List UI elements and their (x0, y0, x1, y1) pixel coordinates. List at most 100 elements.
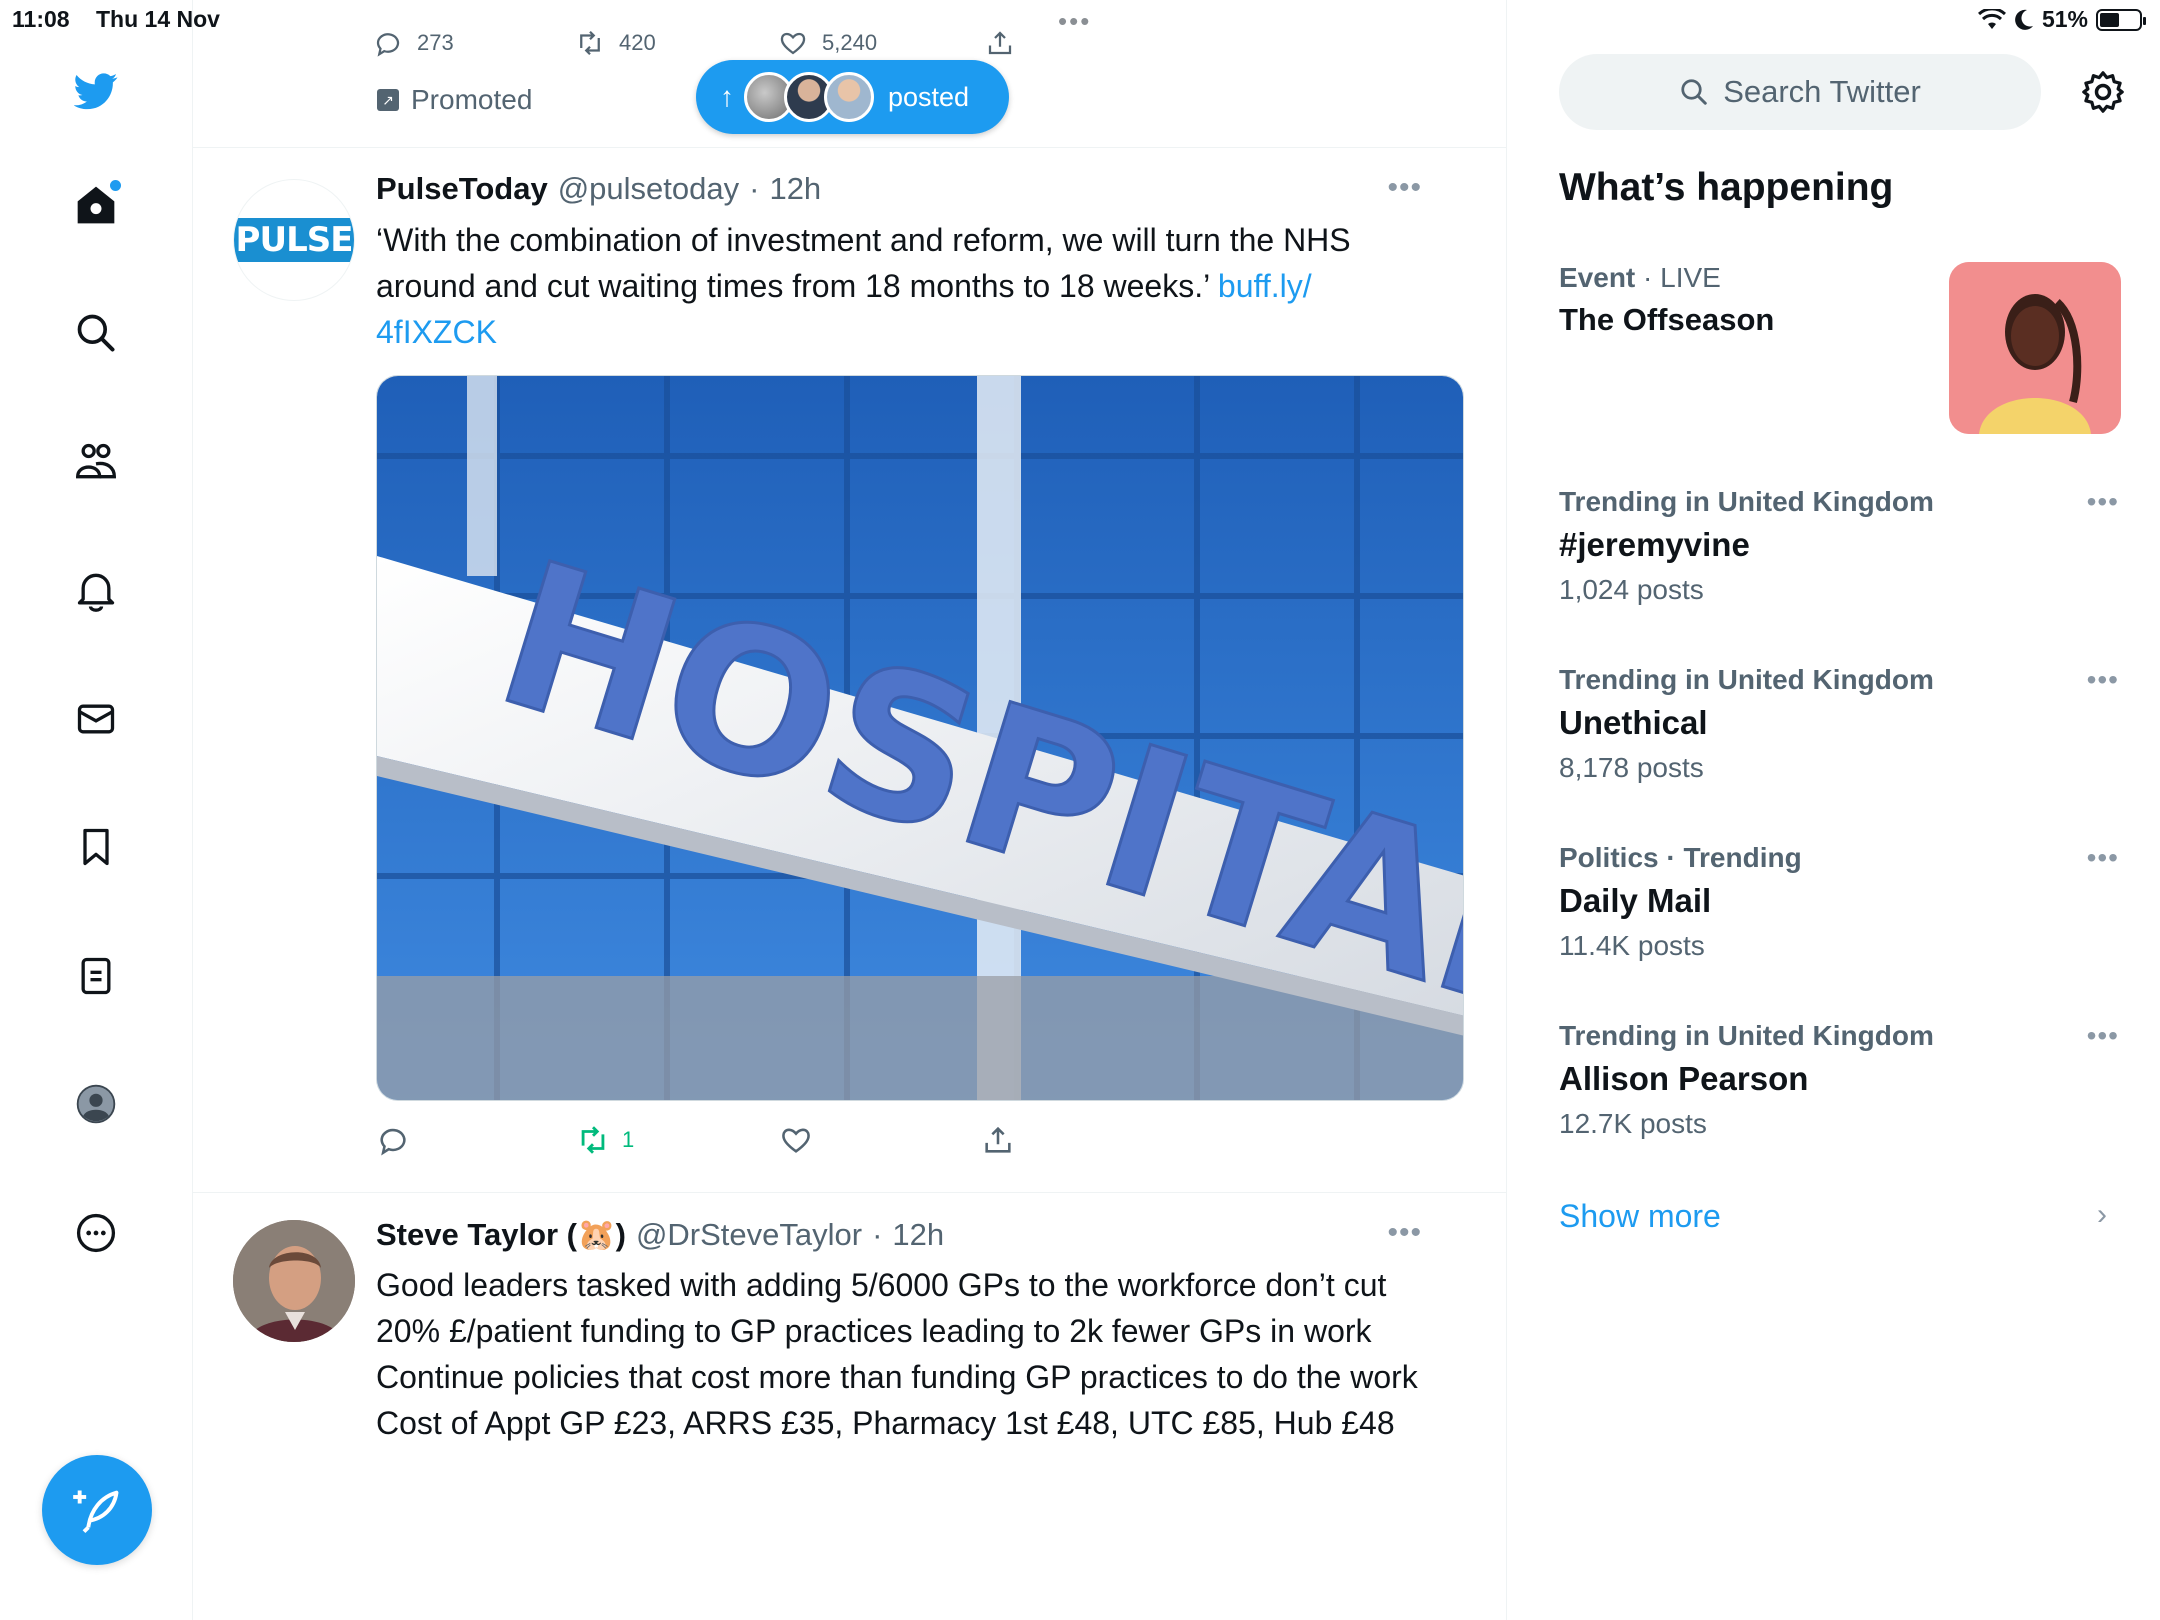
tweet[interactable]: PULSE PulseToday @pulsetoday · 12h ••• ‘… (193, 147, 1506, 1192)
search-icon[interactable] (65, 302, 127, 364)
trend-count: 8,178 posts (1559, 752, 1704, 783)
more-circle-icon[interactable] (65, 1202, 127, 1264)
trend-title: #jeremyvine (1559, 526, 1750, 563)
timestamp[interactable]: 12h (769, 171, 821, 207)
tweet-image[interactable]: HOSPITAL (376, 375, 1464, 1101)
pulse-logo: PULSE (234, 218, 354, 262)
lists-icon[interactable] (65, 945, 127, 1007)
avatar-photo (233, 1220, 355, 1342)
settings-gear-icon[interactable] (2073, 62, 2133, 122)
trend-item[interactable]: Trending in United Kingdom #jeremyvine 1… (1559, 486, 2119, 626)
compose-button[interactable] (42, 1455, 152, 1565)
notification-dot (110, 180, 121, 191)
new-posts-pill[interactable]: ↑ posted (696, 60, 1009, 134)
like-button[interactable]: 5,240 (778, 28, 877, 58)
timestamp[interactable]: 12h (892, 1217, 944, 1253)
tweet-text: Good leaders tasked with adding 5/6000 G… (376, 1262, 1456, 1446)
more-options-icon[interactable]: ••• (1387, 1216, 1422, 1250)
reply-icon (380, 1128, 406, 1156)
tweet-header: PulseToday @pulsetoday · 12h (376, 171, 1456, 211)
left-navigation (0, 0, 193, 1620)
tweet-header: Steve Taylor (🐹) @DrSteveTaylor · 12h (376, 1216, 1456, 1256)
trend-more-icon[interactable]: ••• (2087, 842, 2119, 874)
reply-icon (376, 33, 400, 57)
chevron-right-icon[interactable]: › (2097, 1198, 2107, 1232)
promoted-label: ↗ Promoted (377, 84, 532, 116)
retweet-button[interactable]: 1 (576, 1123, 634, 1157)
trend-item[interactable]: Trending in United Kingdom Allison Pears… (1559, 1020, 2119, 1160)
trend-more-icon[interactable]: ••• (2087, 486, 2119, 518)
whats-happening-heading: What’s happening (1559, 166, 1894, 209)
promoted-text: Promoted (411, 84, 533, 115)
trend-item[interactable]: Trending in United Kingdom Unethical 8,1… (1559, 664, 2119, 804)
trend-count: 12.7K posts (1559, 1108, 1707, 1139)
trend-meta: Trending in United Kingdom (1559, 1020, 1934, 1051)
trend-title: Allison Pearson (1559, 1060, 1809, 1097)
heart-icon (782, 1128, 810, 1153)
author-handle[interactable]: @pulsetoday (558, 171, 739, 207)
trend-count: 1,024 posts (1559, 574, 1704, 605)
trend-more-icon[interactable]: ••• (2087, 664, 2119, 696)
retweet-icon (581, 1126, 605, 1154)
like-button[interactable] (779, 1123, 813, 1157)
tweet-text-line: Good leaders tasked with adding 5/6000 G… (376, 1267, 1387, 1349)
separator-dot: · (749, 171, 760, 206)
share-icon (985, 1126, 1011, 1153)
trend-meta: Trending in United Kingdom (1559, 664, 1934, 695)
author-handle[interactable]: @DrSteveTaylor (636, 1217, 862, 1253)
heart-icon (780, 32, 806, 55)
avatar (824, 72, 874, 122)
avatar[interactable]: PULSE (233, 179, 355, 301)
avatar[interactable] (233, 1220, 355, 1342)
posted-label: posted (888, 81, 970, 112)
author-name[interactable]: Steve Taylor (🐹) (376, 1216, 626, 1253)
tweet-actions: 1 (376, 1123, 1456, 1167)
search-input[interactable]: Search Twitter (1559, 54, 2041, 130)
event-card[interactable]: Event · LIVE The Offseason (1559, 262, 2121, 442)
mail-icon[interactable] (65, 688, 127, 750)
arrow-up-icon: ↑ (720, 81, 734, 112)
trend-title: Unethical (1559, 704, 1708, 741)
search-placeholder: Search Twitter (1723, 74, 1921, 109)
reply-button[interactable]: 273 (373, 28, 454, 58)
show-more-link[interactable]: Show more (1559, 1198, 1721, 1235)
trend-meta: Trending in United Kingdom (1559, 486, 1934, 517)
share-button[interactable] (985, 28, 1015, 58)
bookmark-icon[interactable] (65, 816, 127, 878)
promoted-arrow-icon: ↗ (377, 89, 399, 111)
twitter-bird-icon[interactable] (65, 60, 127, 122)
compose-feather-icon (73, 1490, 119, 1534)
tweet-text: ‘With the combination of investment and … (376, 217, 1456, 355)
tweet[interactable]: Steve Taylor (🐹) @DrSteveTaylor · 12h ••… (193, 1192, 1506, 1620)
search-icon (1681, 79, 1707, 105)
communities-icon[interactable] (65, 431, 127, 493)
retweet-button[interactable]: 420 (575, 28, 656, 58)
reply-count: 273 (417, 30, 454, 55)
trend-count: 11.4K posts (1559, 930, 1705, 961)
retweet-count: 420 (619, 30, 656, 55)
tweet-body: Steve Taylor (🐹) @DrSteveTaylor · 12h ••… (376, 1216, 1456, 1446)
trend-more-icon[interactable]: ••• (2087, 1020, 2119, 1052)
separator-dot: · (872, 1217, 883, 1252)
profile-icon[interactable] (65, 1073, 127, 1135)
author-name[interactable]: PulseToday (376, 171, 548, 207)
right-sidebar: Search Twitter What’s happening Event · … (1507, 0, 2160, 1620)
retweet-count: 1 (622, 1127, 635, 1152)
reply-button[interactable] (376, 1123, 410, 1157)
tweet-body: PulseToday @pulsetoday · 12h ••• ‘With t… (376, 171, 1464, 1167)
share-icon (988, 31, 1012, 55)
share-button[interactable] (981, 1123, 1015, 1157)
home-icon[interactable] (65, 174, 127, 236)
trend-item[interactable]: Politics · Trending Daily Mail 11.4K pos… (1559, 842, 2119, 982)
event-category: Event (1559, 262, 1636, 293)
timeline: 273 420 5,240 ↗ Promoted ↑ posted PULSE (193, 0, 1507, 1620)
posted-avatars (744, 72, 874, 122)
like-count: 5,240 (822, 30, 878, 55)
trend-title: Daily Mail (1559, 882, 1712, 919)
tweet-text-line: Continue policies that cost more than fu… (376, 1359, 1418, 1395)
promoted-tweet-actions: 273 420 5,240 (373, 28, 1233, 62)
event-image (1949, 262, 2121, 434)
more-options-icon[interactable]: ••• (1387, 171, 1422, 205)
retweet-icon (580, 30, 600, 56)
bell-icon[interactable] (65, 559, 127, 621)
